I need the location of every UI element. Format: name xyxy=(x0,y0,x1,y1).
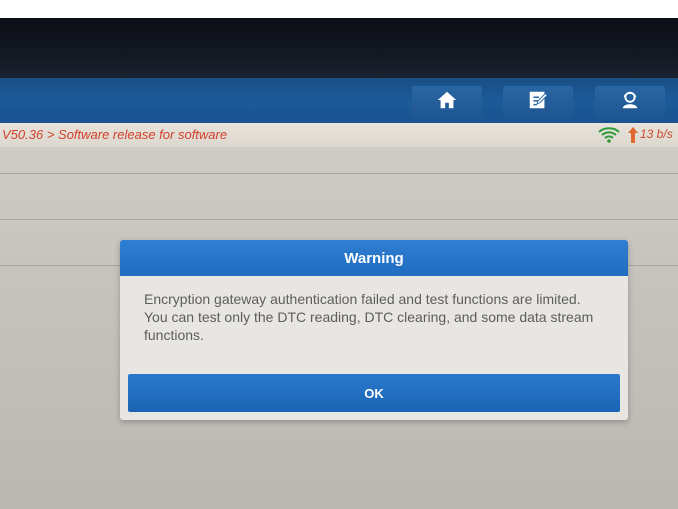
upload-arrow-icon xyxy=(627,126,639,144)
ok-button[interactable]: OK xyxy=(128,374,620,412)
edit-report-icon xyxy=(527,89,549,116)
report-button[interactable] xyxy=(503,86,573,118)
breadcrumb: V50.36 > Software release for software xyxy=(2,127,228,142)
breadcrumb-bar: V50.36 > Software release for software 1… xyxy=(0,123,678,147)
dialog-message: Encryption gateway authentication failed… xyxy=(144,291,594,343)
home-button[interactable] xyxy=(412,86,482,118)
content-divider xyxy=(0,173,678,174)
top-toolbar xyxy=(0,78,678,124)
ok-button-label: OK xyxy=(364,385,384,401)
dialog-header: Warning xyxy=(120,240,628,276)
support-agent-icon xyxy=(619,89,641,116)
content-divider xyxy=(0,219,678,220)
home-icon xyxy=(436,89,458,116)
dialog-title: Warning xyxy=(344,249,404,267)
photo-top-margin xyxy=(0,0,678,18)
transfer-speed: 13 b/s xyxy=(640,127,673,141)
support-button[interactable] xyxy=(595,86,665,118)
warning-dialog: Warning Encryption gateway authenticatio… xyxy=(120,240,628,420)
wifi-icon xyxy=(597,126,621,144)
